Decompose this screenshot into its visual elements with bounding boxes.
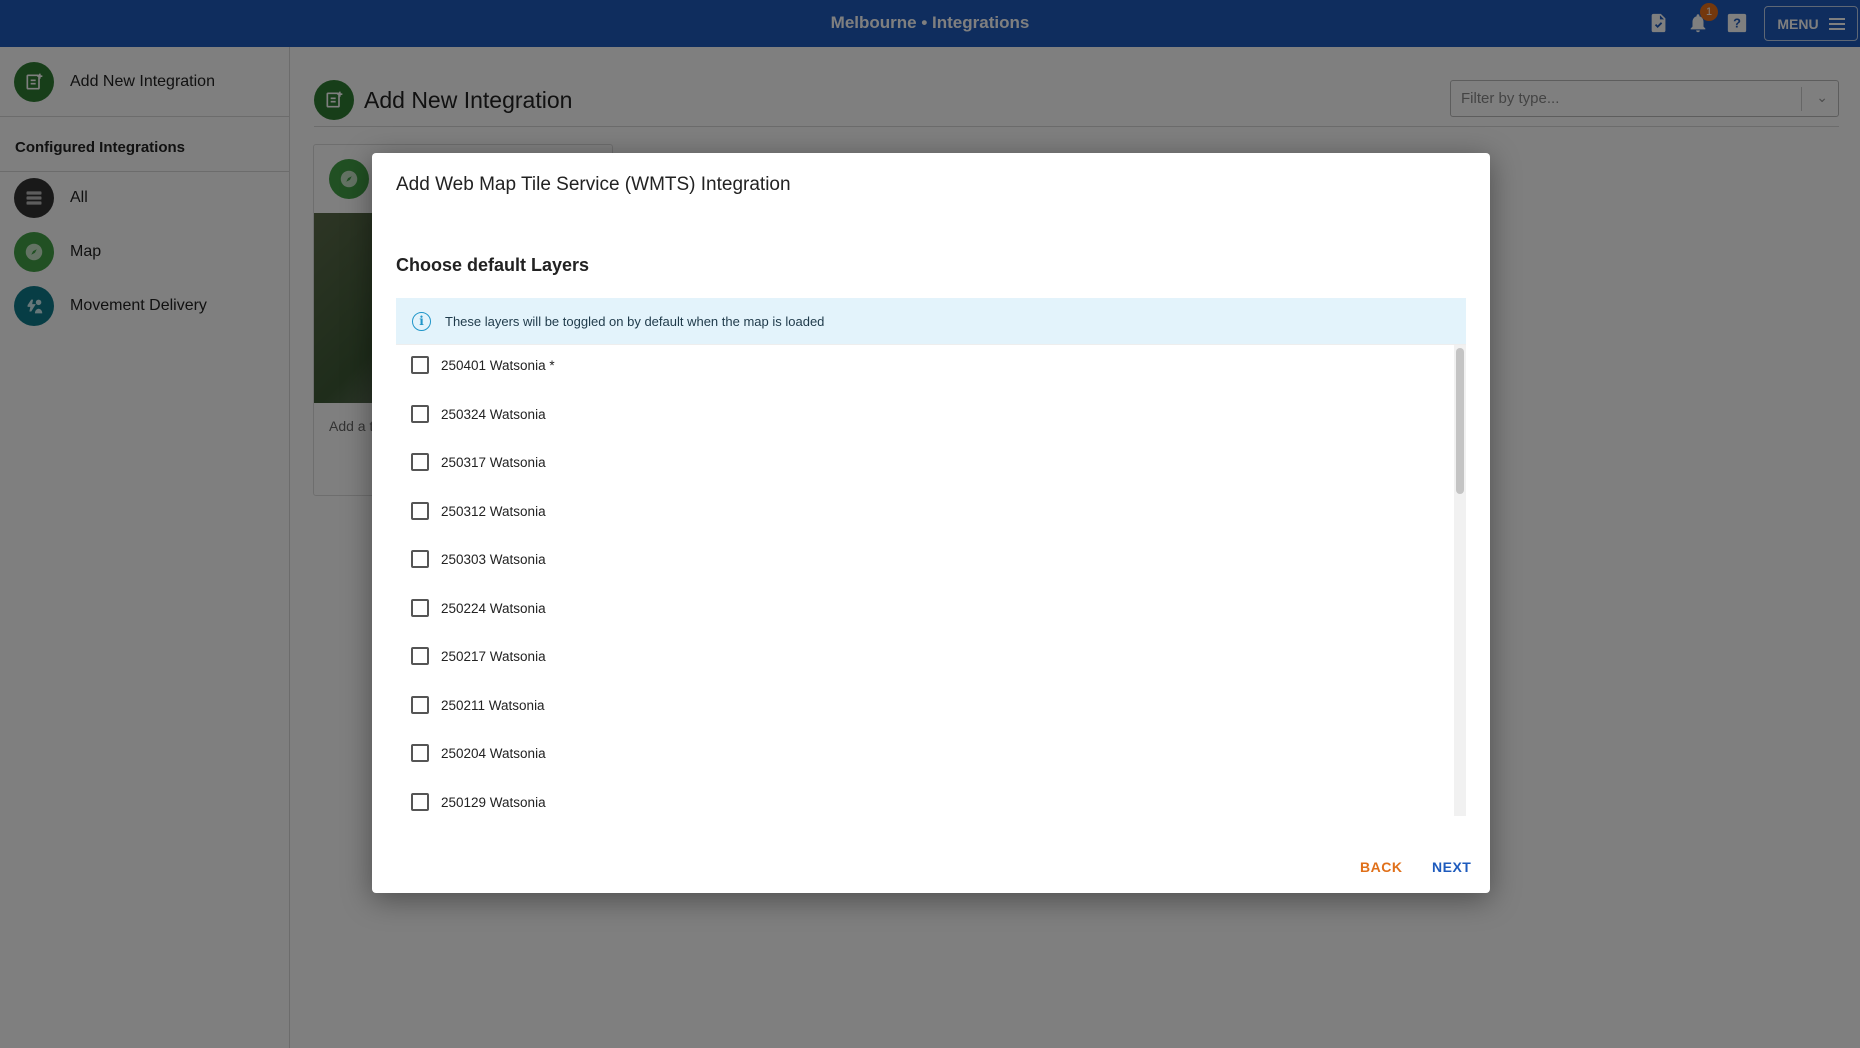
layer-list[interactable]: 250401 Watsonia * 250324 Watsonia 250317… — [396, 344, 1466, 816]
layer-label: 250317 Watsonia — [441, 454, 546, 470]
layer-label: 250401 Watsonia * — [441, 357, 555, 373]
layer-checkbox[interactable] — [411, 647, 429, 665]
layer-checkbox[interactable] — [411, 550, 429, 568]
layer-label: 250204 Watsonia — [441, 745, 546, 761]
layer-label: 250324 Watsonia — [441, 406, 546, 422]
layer-checkbox[interactable] — [411, 356, 429, 374]
layer-row[interactable]: 250211 Watsonia — [396, 685, 1446, 725]
scrollbar[interactable] — [1454, 345, 1466, 816]
layer-label: 250211 Watsonia — [441, 697, 545, 713]
scrollbar-thumb[interactable] — [1456, 348, 1464, 494]
layer-checkbox[interactable] — [411, 453, 429, 471]
layer-row[interactable]: 250204 Watsonia — [396, 733, 1446, 773]
layer-row[interactable]: 250303 Watsonia — [396, 539, 1446, 579]
layer-row[interactable]: 250129 Watsonia — [396, 782, 1446, 816]
info-banner: i These layers will be toggled on by def… — [396, 298, 1466, 344]
layer-checkbox[interactable] — [411, 696, 429, 714]
dialog-title: Add Web Map Tile Service (WMTS) Integrat… — [396, 174, 791, 195]
next-button[interactable]: NEXT — [1432, 859, 1471, 875]
layer-checkbox[interactable] — [411, 744, 429, 762]
layer-label: 250224 Watsonia — [441, 600, 546, 616]
info-text: These layers will be toggled on by defau… — [445, 313, 825, 329]
layer-label: 250303 Watsonia — [441, 551, 546, 567]
layer-label: 250312 Watsonia — [441, 503, 546, 519]
layer-row[interactable]: 250317 Watsonia — [396, 442, 1446, 482]
back-button[interactable]: BACK — [1360, 859, 1402, 875]
layer-row[interactable]: 250312 Watsonia — [396, 491, 1446, 531]
layer-row[interactable]: 250217 Watsonia — [396, 636, 1446, 676]
layer-checkbox[interactable] — [411, 599, 429, 617]
layer-label: 250217 Watsonia — [441, 648, 546, 664]
layer-checkbox[interactable] — [411, 405, 429, 423]
layer-checkbox[interactable] — [411, 502, 429, 520]
layer-row[interactable]: 250224 Watsonia — [396, 588, 1446, 628]
layer-checkbox[interactable] — [411, 793, 429, 811]
layer-row[interactable]: 250401 Watsonia * — [396, 345, 1446, 385]
info-icon: i — [412, 311, 431, 331]
layer-row[interactable]: 250324 Watsonia — [396, 394, 1446, 434]
section-heading: Choose default Layers — [396, 255, 590, 275]
wmts-integration-dialog: Add Web Map Tile Service (WMTS) Integrat… — [372, 153, 1490, 893]
layer-label: 250129 Watsonia — [441, 794, 546, 810]
